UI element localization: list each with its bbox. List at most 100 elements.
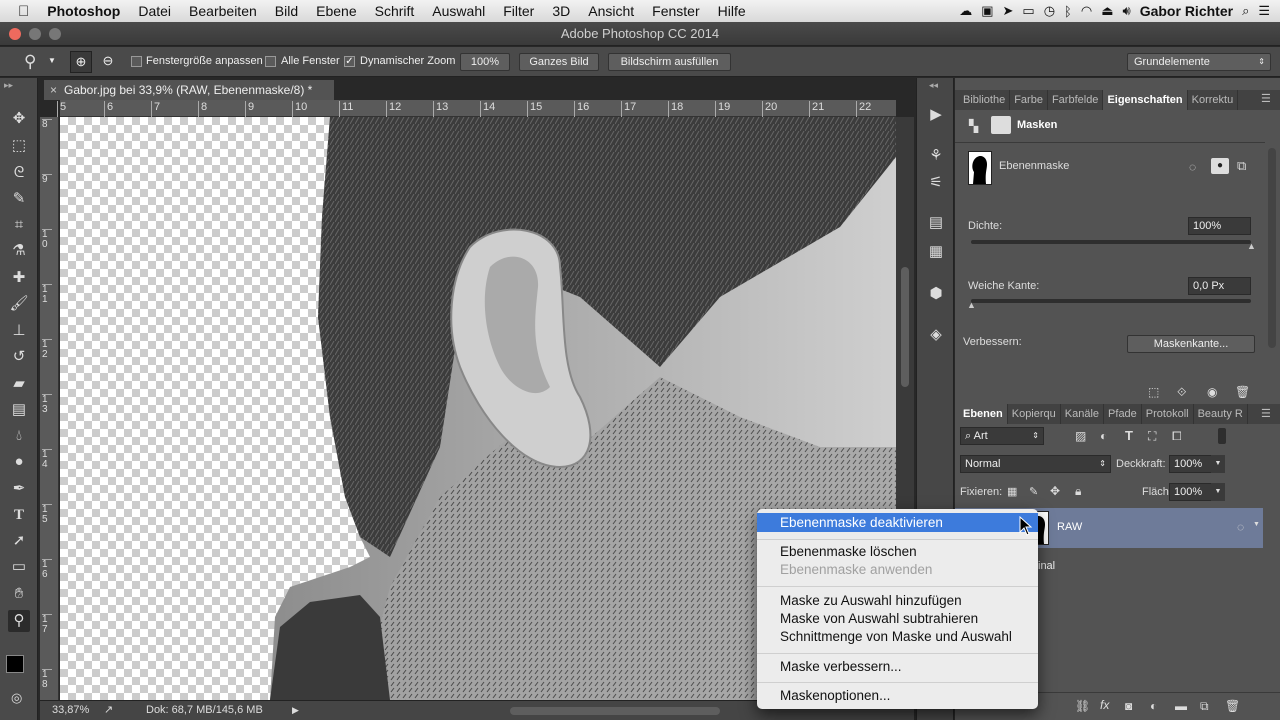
clone-stamp-tool-icon[interactable]: ⊥ [8,320,30,342]
tab-clone-source[interactable]: Kopierqu [1008,404,1061,424]
add-pixel-mask-icon[interactable]: ● [1211,158,1229,174]
brush-tool-icon[interactable]: 🖌︎ [8,293,30,315]
new-adjustment-layer-icon[interactable]: ◐ [1150,699,1157,713]
quick-selection-tool-icon[interactable]: ✎ [8,188,30,210]
load-selection-icon[interactable]: ⬚ [1148,385,1159,399]
mask-icon[interactable] [991,116,1011,134]
tab-properties[interactable]: Eigenschaften [1103,90,1188,110]
workspace-select[interactable]: Grundelemente ⇕ [1127,53,1271,71]
maximize-window-button[interactable] [49,28,61,40]
lock-position-icon[interactable]: ✥ [1050,484,1060,498]
crop-tool-icon[interactable]: ⌗ [8,214,30,236]
all-windows-checkbox[interactable] [265,56,276,67]
refine-mask-item[interactable]: Maske verbessern... [757,657,1038,676]
filter-type-layers-icon[interactable]: T [1125,428,1133,443]
collapse-icon[interactable]: ▸▸ [4,80,13,91]
density-input[interactable]: 100% [1188,217,1251,235]
feather-slider[interactable] [971,299,1251,303]
dodge-tool-icon[interactable]: ● [8,451,30,473]
delete-layer-trash-icon[interactable]: 🗑︎ [1225,699,1240,713]
chevron-down-icon[interactable]: ▼ [1253,521,1260,528]
filter-smart-objects-icon[interactable]: ⧠ [1172,429,1182,444]
add-vector-mask-icon[interactable]: ⧉ [1237,158,1246,174]
eject-icon[interactable]: ⏏ [1101,3,1113,19]
paragraph-panel-icon[interactable]: ▤ [925,212,947,234]
pixel-mask-icon[interactable]: ▚ [969,119,978,133]
bluetooth-icon[interactable]: ᛒ [1064,4,1072,19]
filter-toggle-switch[interactable] [1218,428,1226,444]
quick-mask-icon[interactable]: ◎ [11,690,22,706]
lock-transparency-icon[interactable]: ▦ [1007,485,1017,498]
marquee-tool-icon[interactable]: ⬚ [8,135,30,157]
wifi-icon[interactable]: ◠ [1081,3,1092,19]
delete-mask-trash-icon[interactable]: 🗑︎ [1235,385,1250,399]
pen-tool-icon[interactable]: ✒ [8,478,30,500]
tab-beauty-retouch[interactable]: Beauty R [1194,404,1248,424]
mask-options-item[interactable]: Maskenoptionen... [757,686,1038,705]
zoom-level[interactable]: 33,87% [52,701,89,720]
menu-bearbeiten[interactable]: Bearbeiten [180,3,266,19]
horizontal-scrollbar-thumb[interactable] [510,707,720,715]
zoom-100-button[interactable]: 100% [460,53,510,71]
opacity-input[interactable]: 100% [1169,455,1213,473]
menu-auswahl[interactable]: Auswahl [423,3,494,19]
smart-filter-icon[interactable]: ◌ [1237,520,1244,534]
fill-input[interactable]: 100% [1169,483,1213,501]
lasso-tool-icon[interactable]: ᘓ [8,162,30,184]
zoom-out-icon[interactable]: ⊖ [97,51,119,73]
subtract-mask-from-selection-item[interactable]: Maske von Auswahl subtrahieren [757,609,1038,628]
close-window-button[interactable] [9,28,21,40]
eyedropper-tool-icon[interactable]: ⚗ [8,240,30,262]
tab-adjustments[interactable]: Korrektu [1188,90,1239,110]
tab-libraries[interactable]: Bibliothe [955,90,1011,110]
tab-swatches[interactable]: Farbfelde [1048,90,1104,110]
tab-layers[interactable]: Ebenen [955,404,1008,424]
layer-name[interactable]: inal [1038,560,1055,572]
tablet-icon[interactable]: ▣ [981,3,993,19]
forward-icon[interactable]: ➤ [1003,3,1014,19]
gradient-tool-icon[interactable]: ▤ [8,399,30,421]
type-tool-icon[interactable]: T [8,504,30,526]
minimize-window-button[interactable] [29,28,41,40]
move-tool-icon[interactable]: ✥ [8,108,30,130]
delete-layer-mask-item[interactable]: Ebenenmaske löschen [757,542,1038,561]
panel-menu-icon[interactable]: ☰ [1261,92,1271,105]
mask-edge-button[interactable]: Maskenkante... [1127,335,1255,353]
user-name[interactable]: Gabor Richter [1140,3,1233,19]
visibility-eye-icon[interactable]: ◉ [1207,385,1217,399]
play-action-icon[interactable]: ▶ [925,104,947,126]
3d-panel-icon[interactable]: ⬢ [925,283,947,305]
layer-filter-select[interactable]: ⌕ Art ⇕ [960,427,1044,445]
menu-ebene[interactable]: Ebene [307,3,365,19]
tab-paths[interactable]: Pfade [1104,404,1142,424]
add-mask-to-selection-item[interactable]: Maske zu Auswahl hinzufügen [757,591,1038,610]
menu-fenster[interactable]: Fenster [643,3,708,19]
vertical-ruler[interactable]: 8 9 10 11 12 13 14 15 16 17 18 [40,117,59,700]
horizontal-ruler[interactable]: 5 6 7 8 9 10 11 12 13 14 15 16 17 18 19 20 21 22 [57,100,896,117]
zoom-tool-icon[interactable]: ⚲ [8,610,30,632]
shape-tool-icon[interactable]: ▭ [8,556,30,578]
opacity-dropdown-icon[interactable]: ▼ [1211,455,1225,473]
whole-image-button[interactable]: Ganzes Bild [519,53,599,71]
apply-mask-icon[interactable]: ⟐ [1177,385,1186,400]
time-machine-icon[interactable]: ◷ [1044,3,1055,19]
lock-image-icon[interactable]: ✎ [1029,485,1038,498]
blur-tool-icon[interactable]: 💧︎ [8,425,30,447]
airplay-icon[interactable]: ▭ [1022,3,1034,19]
brush-presets-icon[interactable]: ⚘ [925,145,947,167]
filter-pixel-layers-icon[interactable]: ▨ [1075,429,1086,443]
chevron-down-icon[interactable]: ▼ [48,56,56,65]
adjust-sliders-icon[interactable]: ⚟ [925,172,947,194]
feather-input[interactable]: 0,0 Px [1188,277,1251,295]
layer-style-fx-icon[interactable]: fx [1100,698,1109,712]
intersect-mask-with-selection-item[interactable]: Schnittmenge von Maske und Auswahl [757,627,1038,646]
fit-window-checkbox[interactable] [131,56,142,67]
document-tab[interactable]: × Gabor.jpg bei 33,9% (RAW, Ebenenmaske/… [44,80,334,100]
panel-menu-icon[interactable]: ☰ [1261,407,1271,420]
status-menu-arrow-icon[interactable]: ▶ [292,701,299,720]
app-menu[interactable]: Photoshop [38,3,129,19]
filter-shape-layers-icon[interactable]: ⛶ [1148,429,1156,444]
healing-brush-tool-icon[interactable]: ✚ [8,267,30,289]
add-layer-mask-icon[interactable]: ◙ [1125,699,1132,713]
zoom-tool-preset-icon[interactable]: ⚲ [24,52,36,72]
